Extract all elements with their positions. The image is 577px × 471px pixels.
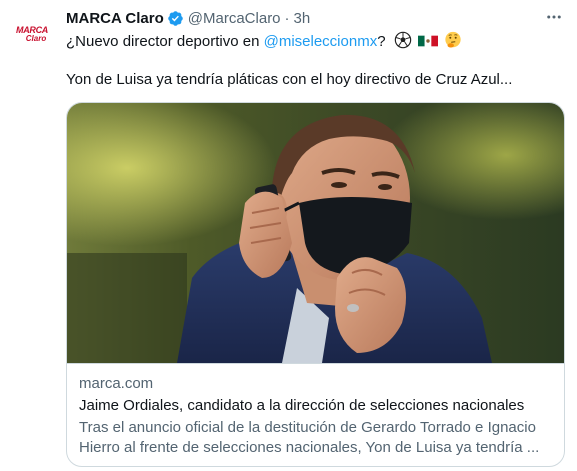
author-name[interactable]: MARCA Claro — [66, 10, 164, 27]
avatar[interactable]: MARCA Claro — [12, 14, 52, 54]
card-image[interactable] — [67, 103, 564, 363]
card-title: Jaime Ordiales, candidato a la dirección… — [79, 397, 525, 414]
more-options-button[interactable] — [543, 6, 565, 28]
soccer-ball-emoji — [394, 31, 411, 49]
avatar-logo-line2: Claro — [25, 33, 47, 43]
card-domain: marca.com — [79, 375, 154, 392]
tweet-header: MARCA Claro @MarcaClaro · 3h — [66, 8, 310, 28]
timestamp[interactable]: 3h — [294, 10, 311, 27]
tweet-text-line1: ¿Nuevo director deportivo en @miseleccio… — [66, 31, 462, 52]
tweet-text-suffix: ? — [377, 33, 386, 50]
tweet-text-line2: Yon de Luisa ya tendría pláticas con el … — [66, 71, 513, 88]
link-preview-card[interactable]: marca.com Jaime Ordiales, candidato a la… — [66, 102, 565, 467]
thinking-face-emoji — [445, 31, 461, 48]
tweet-text-prefix: ¿Nuevo director deportivo en — [66, 33, 264, 50]
mexico-flag-emoji — [417, 35, 438, 47]
mention-link[interactable]: @miseleccionmx — [264, 33, 378, 50]
author-handle[interactable]: @MarcaClaro — [188, 10, 281, 27]
more-horizontal-icon — [547, 15, 561, 19]
separator-dot: · — [284, 9, 290, 27]
card-description-line: Hierro al frente de selecciones nacional… — [79, 439, 540, 456]
verified-badge-icon — [168, 10, 183, 26]
card-description-line: Tras el anuncio oficial de la destitució… — [79, 419, 536, 436]
card-photo — [67, 103, 564, 363]
card-meta[interactable]: marca.com Jaime Ordiales, candidato a la… — [67, 363, 564, 466]
card-description: Tras el anuncio oficial de la destitució… — [79, 418, 556, 458]
